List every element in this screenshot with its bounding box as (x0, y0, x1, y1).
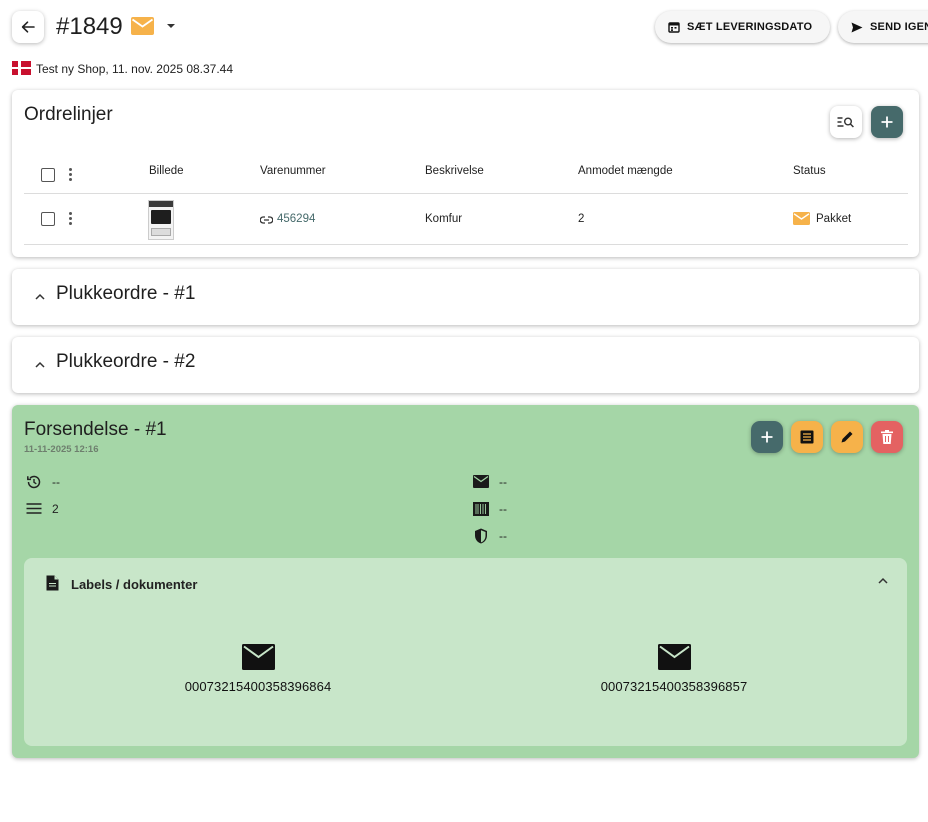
header-more-icon[interactable] (69, 168, 73, 183)
col-image: Billede (149, 165, 184, 177)
col-description: Beskrivelse (425, 165, 484, 177)
send-again-label: SEND IGEN (870, 21, 928, 33)
barcode-icon (473, 502, 489, 516)
label-item[interactable]: 00073215400358396857 (574, 644, 774, 694)
shield-icon (475, 528, 487, 544)
shipment-title: Forsendelse - #1 (24, 419, 167, 440)
denmark-flag-icon (12, 61, 31, 75)
shipment-date: 11-11-2025 12:16 (24, 444, 99, 455)
history-icon (27, 475, 41, 489)
pencil-icon (841, 431, 853, 443)
row-more-icon[interactable] (69, 212, 73, 227)
col-sku: Varenummer (260, 165, 326, 177)
description-value: Komfur (425, 213, 463, 225)
back-button[interactable] (12, 11, 44, 43)
order-lines-title: Ordrelinjer (24, 104, 113, 125)
envelope-icon (657, 644, 691, 670)
email-value: -- (499, 475, 507, 489)
pick-order-2-accordion[interactable]: Plukkeordre - #2 (12, 337, 919, 393)
sku-value: 456294 (277, 213, 316, 225)
row-checkbox[interactable] (41, 212, 55, 226)
envelope-icon (241, 644, 275, 670)
document-icon (46, 575, 59, 591)
requested-qty-value: 2 (578, 213, 585, 225)
order-number: #1849 (56, 13, 123, 40)
pick-order-1-title: Plukkeordre - #1 (56, 283, 196, 304)
status-value: Pakket (816, 213, 852, 225)
chevron-up-icon[interactable] (878, 577, 888, 584)
set-delivery-date-label: SÆT LEVERINGSDATO (687, 21, 813, 33)
pick-order-1-accordion[interactable]: Plukkeordre - #1 (12, 269, 919, 325)
filter-search-icon (837, 117, 854, 128)
plus-icon (881, 116, 893, 128)
send-icon (851, 22, 863, 32)
product-image (148, 200, 174, 240)
add-order-line-button[interactable] (871, 106, 903, 138)
labels-documents-panel: Labels / dokumenter 00073215400358396864… (24, 558, 907, 746)
email-icon (473, 475, 489, 488)
select-all-checkbox[interactable] (41, 168, 55, 182)
label-number: 00073215400358396864 (184, 679, 332, 694)
history-value: -- (52, 475, 60, 489)
mail-status-icon (131, 17, 154, 35)
table-header: Billede Varenummer Beskrivelse Anmodet m… (24, 158, 908, 194)
packed-status-icon (793, 212, 810, 225)
trash-icon (881, 430, 893, 444)
col-status: Status (793, 165, 826, 177)
chevron-up-icon (35, 293, 45, 300)
caret-down-icon[interactable] (166, 23, 176, 29)
label-item[interactable]: 00073215400358396864 (158, 644, 358, 694)
shipment-card: Forsendelse - #1 11-11-2025 12:16 -- 2 -… (12, 405, 919, 758)
shipment-documents-button[interactable] (791, 421, 823, 453)
plus-icon (761, 431, 773, 443)
order-lines-card: Ordrelinjer Billede Varenummer Beskrivel… (12, 90, 919, 257)
col-requested-qty: Anmodet mængde (578, 165, 673, 177)
label-number: 00073215400358396857 (600, 679, 748, 694)
edit-shipment-button[interactable] (831, 421, 863, 453)
chevron-up-icon (35, 361, 45, 368)
pick-order-2-title: Plukkeordre - #2 (56, 351, 196, 372)
list-document-icon (800, 430, 814, 444)
table-row: 456294 Komfur 2 Pakket (24, 194, 908, 245)
lines-icon (26, 503, 42, 514)
shop-info: Test ny Shop, 11. nov. 2025 08.37.44 (36, 62, 234, 76)
labels-documents-title: Labels / dokumenter (71, 577, 198, 592)
link-icon (259, 216, 274, 224)
sku-link[interactable]: 456294 (259, 213, 316, 225)
arrow-left-icon (21, 21, 35, 33)
insurance-value: -- (499, 529, 507, 543)
send-again-button[interactable]: SEND IGEN (838, 11, 928, 43)
add-shipment-item-button[interactable] (751, 421, 783, 453)
calendar-icon (668, 22, 680, 33)
barcode-value: -- (499, 502, 507, 516)
lines-value: 2 (52, 502, 59, 516)
delete-shipment-button[interactable] (871, 421, 903, 453)
set-delivery-date-button[interactable]: SÆT LEVERINGSDATO (655, 11, 830, 43)
filter-search-button[interactable] (830, 106, 862, 138)
